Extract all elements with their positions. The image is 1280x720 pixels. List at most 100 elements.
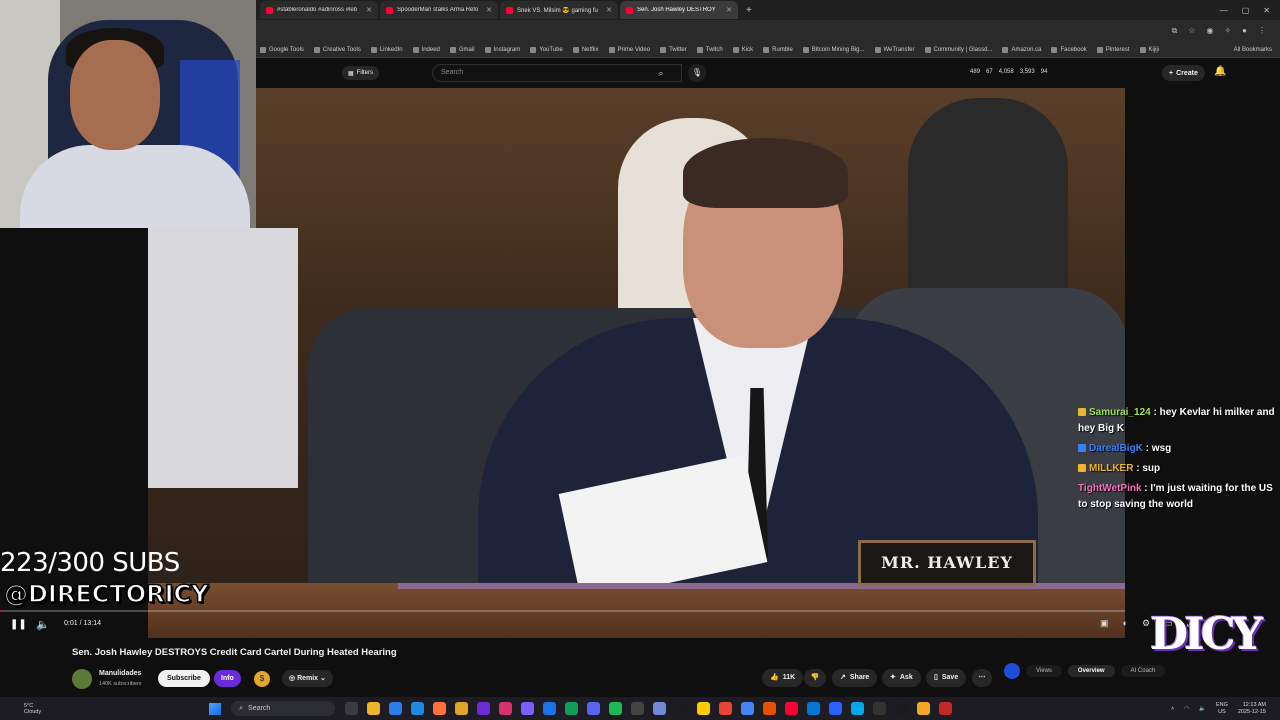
tab-ai-coach[interactable]: AI Coach [1120, 665, 1166, 677]
bookmark-item[interactable]: Instagram [484, 46, 520, 53]
bookmark-item[interactable]: Kick [732, 46, 753, 53]
bookmark-item[interactable]: Rumble [763, 46, 793, 53]
taskbar-app-icon[interactable] [543, 702, 557, 715]
browser-tab[interactable]: #stableronaldo #adinross #leb ✕ [260, 1, 378, 19]
language-indicator[interactable]: ENG US [1216, 702, 1228, 716]
taskbar-app-icon[interactable] [741, 702, 755, 715]
microphone-icon[interactable]: 🎙 [688, 64, 706, 82]
bookmark-item[interactable]: Amazon.ca [1002, 46, 1041, 53]
maximize-icon[interactable]: ▢ [1242, 6, 1250, 15]
extension-icon[interactable]: ◉ [1206, 26, 1213, 36]
close-window-icon[interactable]: ✕ [1263, 6, 1270, 15]
tab-views[interactable]: Views [1026, 665, 1062, 677]
more-actions-button[interactable]: ⋯ [972, 669, 992, 687]
network-icon[interactable]: ◠ [1184, 706, 1189, 712]
save-button[interactable]: ▯ Save [926, 669, 967, 687]
progress-bar[interactable] [0, 610, 1125, 612]
autoplay-toggle-icon[interactable]: ◐ [1123, 618, 1128, 629]
bookmark-item[interactable]: Netflix [572, 46, 599, 53]
bookmark-item[interactable]: WeTransfer [874, 46, 915, 53]
taskbar-app-icon[interactable] [367, 702, 381, 715]
taskbar-app-icon[interactable] [719, 702, 733, 715]
channel-name[interactable]: Manulidades [99, 670, 141, 677]
bookmark-item[interactable]: YouTube [530, 46, 563, 53]
bookmark-item[interactable]: Pinterest [1096, 46, 1130, 53]
browser-tab[interactable]: SpooderMan stalks Arma Refo ✕ [380, 1, 498, 19]
all-bookmarks-button[interactable]: All Bookmarks [1234, 47, 1280, 53]
puzzle-icon[interactable]: ✧ [1224, 26, 1231, 36]
chevron-up-icon[interactable]: ˄ [1171, 706, 1174, 712]
volume-icon[interactable]: 🔈 [36, 618, 50, 631]
taskbar-app-icon[interactable] [675, 702, 689, 715]
bookmark-item[interactable]: Kijiji [1139, 46, 1159, 53]
browser-tab[interactable]: Snek VS. Milsim 😎 gaming fu ✕ [500, 1, 618, 19]
bookmark-item[interactable]: Twitch [696, 46, 723, 53]
taskbar-app-icon[interactable] [917, 702, 931, 715]
clock[interactable]: 12:13 AM 2025-12-15 [1238, 702, 1266, 716]
taskbar-app-icon[interactable] [631, 702, 645, 715]
channel-avatar[interactable] [72, 669, 92, 689]
taskbar-app-icon[interactable] [609, 702, 623, 715]
taskbar-app-icon[interactable] [873, 702, 887, 715]
new-tab-button[interactable]: + [740, 5, 758, 16]
weather-widget[interactable]: 5°C Cloudy [0, 703, 41, 715]
bookmark-item[interactable]: Facebook [1051, 46, 1087, 53]
close-icon[interactable]: ✕ [486, 6, 492, 14]
tab-overview[interactable]: Overview [1067, 665, 1115, 677]
thanks-icon[interactable]: $ [254, 671, 270, 687]
taskbar-app-icon[interactable] [895, 702, 909, 715]
notifications-bell-icon[interactable]: 🔔 [1214, 66, 1226, 77]
filters-button[interactable]: ▦ Filters [342, 66, 380, 80]
captions-icon[interactable]: ▣ [1100, 618, 1109, 629]
like-button[interactable]: 👍 11K [762, 669, 804, 687]
taskbar-app-icon[interactable] [807, 702, 821, 715]
dislike-button[interactable]: 👎 [804, 669, 826, 687]
bookmark-item[interactable]: Community | Glassd... [924, 46, 992, 53]
taskbar-app-icon[interactable] [499, 702, 513, 715]
taskbar-app-icon[interactable] [587, 702, 601, 715]
close-icon[interactable]: ✕ [726, 6, 732, 14]
taskbar-app-icon[interactable] [455, 702, 469, 715]
taskbar-app-icon[interactable] [763, 702, 777, 715]
close-icon[interactable]: ✕ [606, 6, 612, 14]
search-icon[interactable]: ⌕ [646, 64, 676, 82]
start-menu-icon[interactable] [209, 702, 222, 715]
video-player[interactable]: MR. HAWLEY [148, 88, 1125, 638]
taskbar-app-icon[interactable] [851, 702, 865, 715]
taskbar-app-icon[interactable] [785, 702, 799, 715]
share-button[interactable]: ↗ Share [832, 669, 878, 687]
bookmark-item[interactable]: Twitter [660, 46, 687, 53]
profile-icon[interactable]: ● [1242, 26, 1247, 36]
remix-button[interactable]: ◎ Remix ⌄ [282, 670, 333, 687]
taskbar-app-icon[interactable] [939, 702, 953, 715]
taskbar-app-icon[interactable] [433, 702, 447, 715]
taskbar-app-icon[interactable] [653, 702, 667, 715]
taskbar-app-icon[interactable] [521, 702, 535, 715]
bookmark-item[interactable]: Creative Tools [313, 46, 361, 53]
sound-icon[interactable]: 🔈 [1199, 706, 1206, 712]
taskbar-app-icon[interactable] [565, 702, 579, 715]
taskbar-app-icon[interactable] [389, 702, 403, 715]
bookmark-item[interactable]: Prime Video [608, 46, 650, 53]
info-button[interactable]: Info [214, 670, 241, 687]
browser-tab-active[interactable]: Sen. Josh Hawley DESTROY ✕ [620, 1, 738, 19]
taskbar-app-icon[interactable] [411, 702, 425, 715]
close-icon[interactable]: ✕ [366, 6, 372, 14]
search-input[interactable]: Search [432, 64, 682, 82]
bookmark-item[interactable]: Bitcoin Mining Big... [802, 46, 865, 53]
pause-icon[interactable]: ❚❚ [10, 619, 27, 630]
ask-button[interactable]: ✦ Ask [882, 669, 921, 687]
subscribe-button[interactable]: Subscribe [158, 670, 210, 687]
bookmark-item[interactable]: Gmail [449, 46, 475, 53]
settings-gear-icon[interactable]: ⚙ [1142, 618, 1150, 629]
taskbar-app-icon[interactable] [345, 702, 359, 715]
bookmark-item[interactable]: Google Tools [260, 46, 304, 53]
menu-icon[interactable]: ⋮ [1258, 26, 1266, 36]
taskbar-app-icon[interactable] [477, 702, 491, 715]
star-icon[interactable]: ☆ [1188, 26, 1195, 36]
minimize-icon[interactable]: — [1220, 6, 1228, 15]
bookmark-item[interactable]: Indeed [412, 46, 440, 53]
bookmark-item[interactable]: LinkedIn [370, 46, 403, 53]
create-button[interactable]: + Create [1162, 65, 1205, 81]
cast-icon[interactable]: ⧉ [1172, 26, 1178, 36]
